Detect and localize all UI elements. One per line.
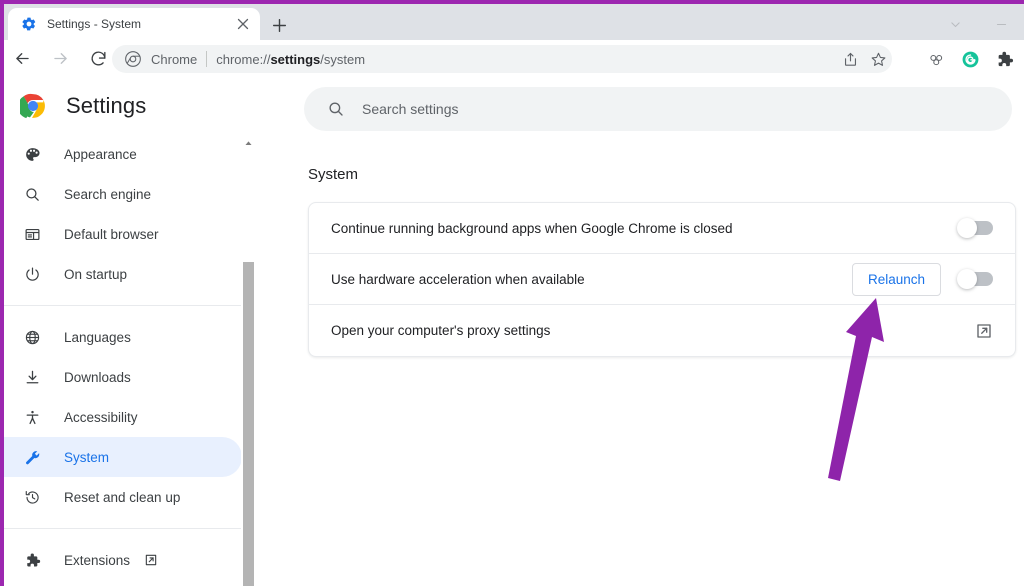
- sidebar-item-appearance[interactable]: Appearance: [4, 134, 242, 174]
- settings-sidebar: Settings Appearance Search engine Defaul…: [4, 78, 256, 586]
- omnibox-chip-label: Chrome: [151, 51, 198, 67]
- browser-window: Settings - System Chrome chrome://settin…: [0, 0, 1024, 586]
- sidebar-divider: [4, 305, 242, 306]
- sidebar-item-default-browser[interactable]: Default browser: [4, 214, 242, 254]
- puzzle-icon: [22, 550, 42, 570]
- chrome-logo: [17, 93, 46, 119]
- sidebar-item-label: Extensions: [64, 552, 131, 568]
- search-settings-bar[interactable]: [304, 87, 1012, 131]
- sidebar-item-downloads[interactable]: Downloads: [4, 357, 242, 397]
- address-bar[interactable]: Chrome chrome://settings/system: [112, 45, 892, 73]
- setting-label: Open your computer's proxy settings: [331, 323, 551, 338]
- settings-title: Settings: [66, 93, 147, 118]
- extensions-puzzle-icon[interactable]: [990, 45, 1018, 73]
- browser-window-icon: [22, 224, 42, 244]
- background-apps-toggle[interactable]: [957, 218, 993, 238]
- url-bold-segment: settings: [270, 51, 321, 67]
- setting-row-hardware-acceleration[interactable]: Use hardware acceleration when available…: [309, 254, 1015, 305]
- sidebar-item-label: Downloads: [64, 369, 131, 385]
- bookmark-star-icon[interactable]: [864, 45, 892, 73]
- search-input[interactable]: [362, 101, 996, 117]
- page-title: System: [308, 166, 359, 183]
- reload-icon[interactable]: [82, 43, 114, 75]
- scrollbar-thumb[interactable]: [243, 262, 254, 586]
- sidebar-item-reset-and-clean-up[interactable]: Reset and clean up: [4, 477, 242, 517]
- sidebar-item-label: Search engine: [64, 186, 152, 202]
- omnibox-url: chrome://settings/system: [216, 52, 365, 67]
- browser-tab[interactable]: Settings - System: [8, 8, 260, 40]
- omnibox-separator: [206, 51, 208, 67]
- toggle-knob: [957, 269, 977, 289]
- sidebar-item-extensions[interactable]: Extensions: [4, 540, 242, 580]
- sidebar-item-system[interactable]: System: [4, 437, 242, 477]
- sidebar-scrollbar[interactable]: [241, 136, 256, 586]
- relaunch-button[interactable]: Relaunch: [851, 262, 941, 296]
- accessibility-icon: [22, 407, 42, 427]
- sidebar-item-accessibility[interactable]: Accessibility: [4, 397, 242, 437]
- sidebar-item-label: Languages: [64, 329, 131, 345]
- chrome-icon: [124, 50, 142, 68]
- sidebar-divider: [4, 528, 242, 529]
- search-icon: [22, 184, 42, 204]
- new-tab-button[interactable]: [266, 12, 292, 38]
- external-link-icon: [144, 553, 158, 567]
- sidebar-item-label: Default browser: [64, 226, 159, 242]
- tab-strip: Settings - System: [0, 4, 1024, 40]
- wrench-icon: [22, 447, 42, 467]
- sidebar-nav: Appearance Search engine Default browser…: [4, 134, 256, 580]
- setting-row-proxy-settings[interactable]: Open your computer's proxy settings: [309, 305, 1015, 356]
- toggle-knob: [957, 218, 977, 238]
- url-prefix: chrome://: [216, 51, 271, 67]
- sidebar-item-search-engine[interactable]: Search engine: [4, 174, 242, 214]
- settings-main: System Continue running background apps …: [256, 78, 1024, 586]
- forward-arrow-icon[interactable]: [44, 43, 76, 75]
- annotation-frame-top: [0, 0, 1024, 4]
- setting-row-background-apps[interactable]: Continue running background apps when Go…: [309, 203, 1015, 254]
- sidebar-item-label: System: [64, 449, 110, 465]
- chevron-down-icon[interactable]: [932, 8, 978, 40]
- close-icon[interactable]: [232, 13, 254, 35]
- history-restore-icon: [22, 487, 42, 507]
- omnibox-actions: [836, 45, 892, 73]
- sidebar-item-label: Appearance: [64, 146, 137, 162]
- power-icon: [22, 264, 42, 284]
- annotation-frame-left: [0, 0, 4, 586]
- toolbar-extension-icons: [922, 45, 1018, 73]
- settings-page: Settings Appearance Search engine Defaul…: [4, 78, 1024, 586]
- grammarly-icon[interactable]: [956, 45, 984, 73]
- settings-brand: Settings: [4, 78, 256, 134]
- external-link-icon[interactable]: [975, 322, 993, 340]
- window-controls: [932, 8, 1024, 40]
- setting-label: Use hardware acceleration when available: [331, 271, 585, 287]
- gear-icon: [21, 16, 37, 32]
- system-settings-card: Continue running background apps when Go…: [308, 202, 1016, 357]
- tab-title: Settings - System: [47, 17, 142, 31]
- sidebar-item-label: Accessibility: [64, 409, 138, 425]
- url-suffix: /system: [320, 51, 366, 67]
- sidebar-item-languages[interactable]: Languages: [4, 317, 242, 357]
- download-icon: [22, 367, 42, 387]
- share-icon[interactable]: [836, 45, 864, 73]
- minimize-icon[interactable]: [978, 8, 1024, 40]
- hardware-acceleration-toggle[interactable]: [957, 269, 993, 289]
- sidebar-item-label: Reset and clean up: [64, 489, 181, 505]
- sidebar-item-on-startup[interactable]: On startup: [4, 254, 242, 294]
- setting-label: Continue running background apps when Go…: [331, 220, 733, 236]
- sidebar-item-label: On startup: [64, 266, 128, 282]
- scroll-up-arrow-icon[interactable]: [241, 136, 256, 151]
- palette-icon: [22, 144, 42, 164]
- globe-icon: [22, 327, 42, 347]
- contacts-icon[interactable]: [922, 45, 950, 73]
- search-icon: [326, 99, 346, 119]
- back-arrow-icon[interactable]: [6, 43, 38, 75]
